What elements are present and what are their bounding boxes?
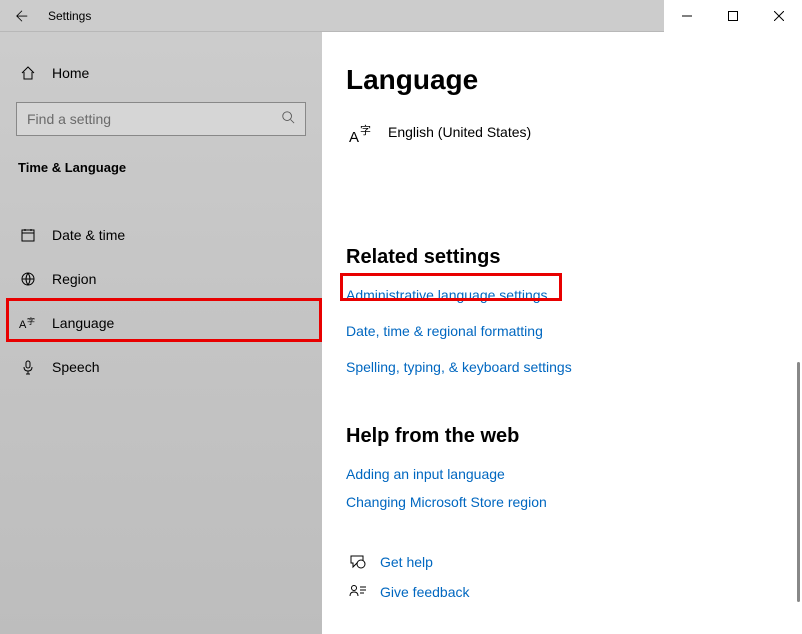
titlebar-left: Settings: [0, 2, 91, 30]
sidebar-item-language[interactable]: A字 Language: [0, 301, 322, 345]
window-controls: [664, 0, 802, 32]
search-icon: [281, 110, 295, 129]
page-title: Language: [346, 64, 802, 96]
maximize-icon: [728, 11, 738, 21]
home-label: Home: [52, 65, 89, 81]
svg-text:A: A: [349, 129, 359, 146]
back-button[interactable]: [8, 2, 36, 30]
feedback-icon: [346, 584, 370, 600]
get-help-link[interactable]: Get help: [346, 554, 802, 570]
sidebar-item-date-time[interactable]: Date & time: [0, 213, 322, 257]
sidebar-item-label: Speech: [52, 359, 99, 375]
get-help-label: Get help: [380, 554, 433, 570]
sidebar-item-region[interactable]: Region: [0, 257, 322, 301]
link-administrative-language[interactable]: Administrative language settings: [346, 287, 802, 303]
related-settings-header: Related settings: [346, 246, 802, 269]
close-button[interactable]: [756, 0, 802, 32]
globe-icon: [18, 271, 38, 287]
link-changing-store-region[interactable]: Changing Microsoft Store region: [346, 494, 802, 510]
help-section: Help from the web Adding an input langua…: [346, 425, 802, 510]
scrollbar[interactable]: [797, 362, 800, 602]
sidebar-item-label: Date & time: [52, 227, 125, 243]
help-header: Help from the web: [346, 425, 802, 448]
search-container: [0, 94, 322, 152]
link-adding-input-language[interactable]: Adding an input language: [346, 466, 802, 482]
close-icon: [774, 11, 784, 21]
maximize-button[interactable]: [710, 0, 756, 32]
minimize-button[interactable]: [664, 0, 710, 32]
microphone-icon: [18, 359, 38, 375]
arrow-left-icon: [15, 9, 29, 23]
current-language: A字 English (United States): [346, 122, 802, 146]
search-box[interactable]: [16, 102, 306, 136]
give-feedback-link[interactable]: Give feedback: [346, 584, 802, 600]
category-header: Time & Language: [0, 152, 322, 187]
footer-links: Get help Give feedback: [346, 554, 802, 600]
link-date-regional-formatting[interactable]: Date, time & regional formatting: [346, 323, 802, 339]
sidebar: Home Time & Language Date & time: [0, 32, 322, 634]
svg-text:字: 字: [27, 316, 35, 326]
home-button[interactable]: Home: [0, 52, 322, 94]
home-icon: [18, 65, 38, 81]
minimize-icon: [682, 11, 692, 21]
current-language-label: English (United States): [388, 124, 531, 140]
titlebar: Settings: [0, 0, 802, 32]
give-feedback-label: Give feedback: [380, 584, 470, 600]
calendar-icon: [18, 227, 38, 243]
nav-list: Date & time Region A字 Language Speech: [0, 187, 322, 389]
svg-text:字: 字: [360, 123, 371, 137]
link-spelling-typing-keyboard[interactable]: Spelling, typing, & keyboard settings: [346, 359, 802, 375]
window-title: Settings: [48, 9, 91, 23]
language-icon: A字: [346, 122, 378, 146]
sidebar-item-label: Language: [52, 315, 114, 331]
search-input[interactable]: [27, 111, 281, 127]
sidebar-item-speech[interactable]: Speech: [0, 345, 322, 389]
main-content: Language A字 English (United States) Rela…: [322, 32, 802, 634]
body: Home Time & Language Date & time: [0, 32, 802, 634]
language-icon: A字: [18, 315, 38, 331]
svg-text:A: A: [19, 319, 27, 331]
sidebar-item-label: Region: [52, 271, 96, 287]
chat-icon: [346, 554, 370, 570]
